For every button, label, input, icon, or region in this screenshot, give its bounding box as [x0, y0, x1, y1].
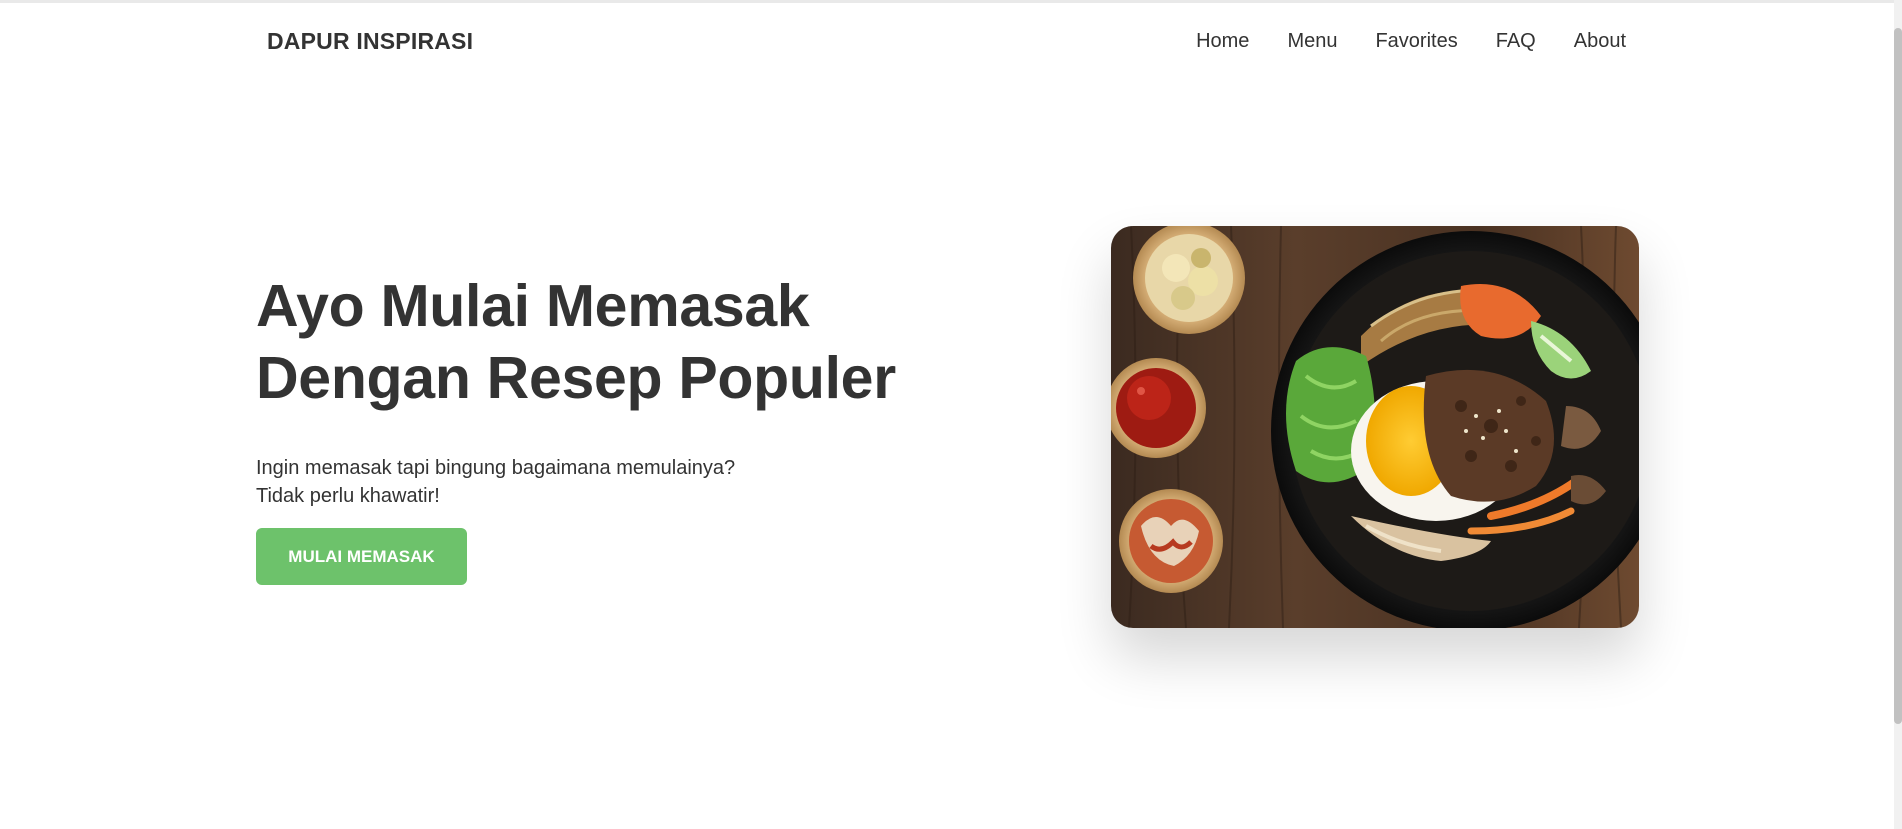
start-cooking-button[interactable]: MULAI MEMASAK [256, 528, 467, 585]
nav-item-home[interactable]: Home [1196, 30, 1249, 53]
scrollbar[interactable] [1894, 0, 1902, 829]
main-nav: Home Menu Favorites FAQ About [1196, 30, 1626, 53]
nav-item-favorites[interactable]: Favorites [1375, 30, 1457, 53]
nav-item-faq[interactable]: FAQ [1496, 30, 1536, 53]
nav-item-menu[interactable]: Menu [1287, 30, 1337, 53]
hero-food-image [1111, 226, 1639, 628]
scrollbar-thumb[interactable] [1894, 28, 1902, 724]
site-header: DAPUR INSPIRASI Home Menu Favorites FAQ … [0, 3, 1894, 81]
hero-title-line-2: Dengan Resep Populer [256, 345, 896, 411]
hero-title: Ayo Mulai Memasak Dengan Resep Populer [256, 270, 1016, 414]
page: DAPUR INSPIRASI Home Menu Favorites FAQ … [0, 0, 1902, 829]
brand-logo[interactable]: DAPUR INSPIRASI [267, 28, 473, 55]
hero-title-line-1: Ayo Mulai Memasak [256, 273, 810, 339]
hero-subtitle: Ingin memasak tapi bingung bagaimana mem… [256, 454, 1016, 510]
hero-subtitle-line-2: Tidak perlu khawatir! [256, 485, 440, 507]
hero-text: Ayo Mulai Memasak Dengan Resep Populer I… [256, 270, 1016, 510]
nav-item-about[interactable]: About [1574, 30, 1626, 53]
hero-subtitle-line-1: Ingin memasak tapi bingung bagaimana mem… [256, 457, 736, 479]
